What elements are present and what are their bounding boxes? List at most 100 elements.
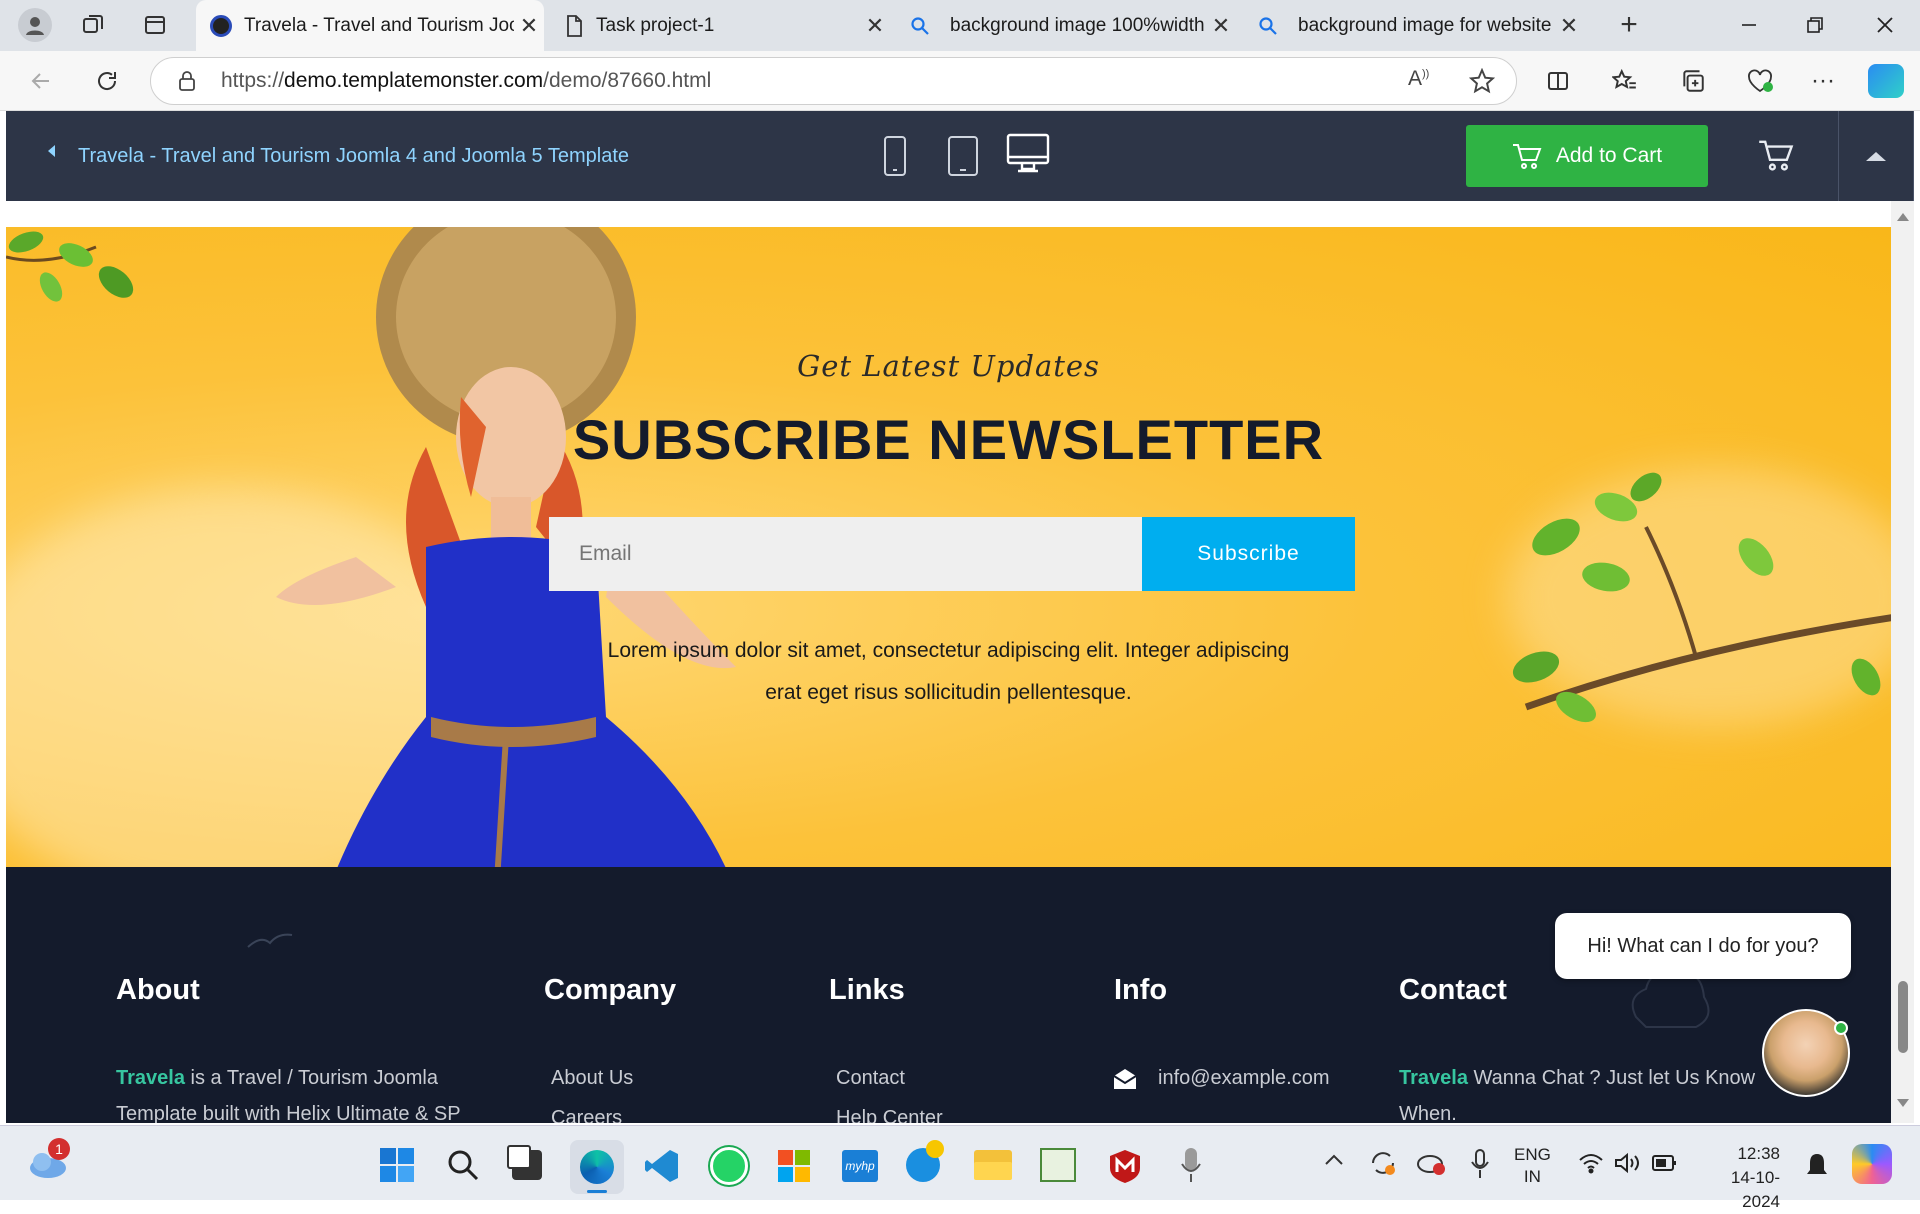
whatsapp-icon[interactable] xyxy=(710,1147,748,1185)
close-tab-icon[interactable]: ✕ xyxy=(1206,13,1236,39)
language-indicator[interactable]: ENG IN xyxy=(1514,1144,1551,1188)
brand-name: Travela xyxy=(116,1067,185,1089)
new-tab-icon[interactable]: + xyxy=(1614,8,1644,41)
template-title-link[interactable]: Travela - Travel and Tourism Joomla 4 an… xyxy=(78,145,629,168)
favorites-icon[interactable] xyxy=(1610,66,1640,96)
tab-actions-icon[interactable] xyxy=(140,10,170,40)
add-to-cart-button[interactable]: Add to Cart xyxy=(1466,125,1708,187)
desktop-view-icon[interactable] xyxy=(1006,133,1050,180)
close-window-icon[interactable] xyxy=(1870,10,1900,40)
weather-icon[interactable]: 1 xyxy=(28,1138,70,1183)
newsletter-description-line1: Lorem ipsum dolor sit amet, consectetur … xyxy=(607,639,1290,662)
search-icon xyxy=(911,16,929,35)
add-to-cart-label: Add to Cart xyxy=(1555,144,1663,167)
close-tab-icon[interactable]: ✕ xyxy=(514,13,544,39)
tab-travela[interactable]: Travela - Travel and Tourism Joomla ✕ xyxy=(196,0,544,51)
voice-recorder-icon[interactable] xyxy=(1180,1146,1202,1189)
tab-title: Task project-1 xyxy=(596,14,715,36)
tab-search-background-website[interactable]: background image for website - ✕ xyxy=(1244,0,1584,51)
file-explorer-icon[interactable] xyxy=(974,1150,1012,1180)
contact-text: Wanna Chat ? Just let Us Know xyxy=(1467,1067,1756,1089)
caret-up-icon xyxy=(1866,151,1886,161)
subscribe-form: Subscribe xyxy=(549,517,1355,591)
search-icon[interactable] xyxy=(446,1148,480,1187)
split-screen-icon[interactable] xyxy=(1543,66,1573,96)
lock-icon[interactable] xyxy=(177,70,197,92)
chat-bubble[interactable]: Hi! What can I do for you? xyxy=(1555,913,1851,979)
wifi-icon[interactable] xyxy=(1578,1152,1604,1179)
footer-contact-heading: Contact xyxy=(1399,974,1507,1006)
tab-task-project[interactable]: Task project-1 ✕ xyxy=(550,0,890,51)
brand-name: Travela xyxy=(1399,1067,1468,1089)
footer-info-heading: Info xyxy=(1114,974,1168,1006)
newsletter-section: Get Latest Updates SUBSCRIBE NEWSLETTER … xyxy=(6,227,1891,867)
copilot-icon[interactable] xyxy=(1868,64,1904,98)
footer-link-help-center[interactable]: Help Center xyxy=(836,1107,943,1123)
tablet-view-icon[interactable] xyxy=(946,135,980,182)
envelope-icon xyxy=(1113,1069,1137,1089)
mcafee-icon[interactable] xyxy=(1108,1148,1142,1189)
refresh-icon[interactable] xyxy=(92,66,122,96)
notification-badge: 1 xyxy=(48,1138,70,1160)
footer-link-about-us[interactable]: About Us xyxy=(551,1067,633,1090)
microsoft-store-icon[interactable] xyxy=(778,1150,810,1182)
edge-taskbar-button[interactable] xyxy=(570,1140,624,1194)
footer-links-heading: Links xyxy=(829,974,905,1006)
start-icon[interactable] xyxy=(380,1148,414,1182)
favorite-star-icon[interactable] xyxy=(1469,68,1495,94)
notifications-bell-icon[interactable] xyxy=(1806,1152,1828,1183)
page-viewport: Get Latest Updates SUBSCRIBE NEWSLETTER … xyxy=(6,201,1891,1123)
show-hidden-icons[interactable] xyxy=(1324,1152,1344,1171)
myhp-icon[interactable]: myhp xyxy=(842,1150,878,1182)
microphone-icon[interactable] xyxy=(1470,1148,1490,1185)
close-tab-icon[interactable]: ✕ xyxy=(860,13,890,39)
footer-link-contact[interactable]: Contact xyxy=(836,1067,905,1090)
read-aloud-icon[interactable]: A)) xyxy=(1408,67,1429,91)
caret-left-icon[interactable] xyxy=(48,145,55,157)
volume-icon[interactable] xyxy=(1614,1152,1642,1179)
about-text: is a Travel / Tourism Joomla xyxy=(184,1067,439,1089)
restore-icon[interactable] xyxy=(1800,10,1830,40)
scroll-down-icon[interactable] xyxy=(1897,1099,1909,1107)
collections-icon[interactable] xyxy=(1678,66,1708,96)
clock-date: 14-10-2024 xyxy=(1730,1168,1780,1211)
sync-icon[interactable] xyxy=(1368,1148,1398,1183)
url-prefix: https:// xyxy=(221,69,285,92)
chat-agent-avatar[interactable] xyxy=(1762,1009,1850,1097)
copilot-taskbar-icon[interactable] xyxy=(1852,1144,1892,1184)
subscribe-button[interactable]: Subscribe xyxy=(1142,517,1355,591)
more-options-icon[interactable]: ··· xyxy=(1808,66,1838,96)
footer-about-text-line2: Template built with Helix Ultimate & SP xyxy=(116,1103,461,1123)
scrollbar-thumb[interactable] xyxy=(1898,981,1908,1053)
photo-editor-icon[interactable] xyxy=(1040,1148,1076,1182)
battery-icon[interactable] xyxy=(1652,1154,1678,1177)
onedrive-error-icon[interactable] xyxy=(1416,1148,1448,1183)
branch-decoration xyxy=(1512,472,1891,723)
workspaces-icon[interactable] xyxy=(78,10,108,40)
windows-taskbar: 1 myhp ENG IN 12:38 14-10-2024 xyxy=(0,1125,1920,1211)
tab-search-background-width[interactable]: background image 100%width in ✕ xyxy=(896,0,1236,51)
close-tab-icon[interactable]: ✕ xyxy=(1554,13,1584,39)
task-view-icon[interactable] xyxy=(507,1145,542,1180)
mobile-view-icon[interactable] xyxy=(882,135,908,182)
help-icon[interactable] xyxy=(906,1140,944,1182)
minimize-icon[interactable] xyxy=(1734,10,1764,40)
footer-link-careers[interactable]: Careers xyxy=(551,1107,622,1123)
footer-info-email[interactable]: info@example.com xyxy=(1158,1067,1329,1090)
page-scrollbar[interactable] xyxy=(1891,201,1914,1123)
url-field[interactable]: https://demo.templatemonster.com/demo/87… xyxy=(150,57,1517,105)
tab-title: background image 100%width in xyxy=(950,14,1206,36)
email-input[interactable] xyxy=(549,517,1142,591)
footer-contact-text-line2: When. xyxy=(1399,1103,1457,1123)
back-icon[interactable] xyxy=(26,66,56,96)
collapse-bar-button[interactable] xyxy=(1838,111,1914,201)
demo-top-bar: Travela - Travel and Tourism Joomla 4 an… xyxy=(6,111,1914,201)
browser-essentials-icon[interactable] xyxy=(1745,66,1775,96)
cart-icon[interactable] xyxy=(1758,137,1794,178)
footer-company-heading: Company xyxy=(544,974,677,1006)
search-icon xyxy=(1259,16,1277,35)
scroll-up-icon[interactable] xyxy=(1897,213,1909,221)
vscode-icon[interactable] xyxy=(644,1148,680,1189)
profile-icon[interactable] xyxy=(18,8,52,42)
clock[interactable]: 12:38 14-10-2024 xyxy=(1700,1142,1780,1214)
